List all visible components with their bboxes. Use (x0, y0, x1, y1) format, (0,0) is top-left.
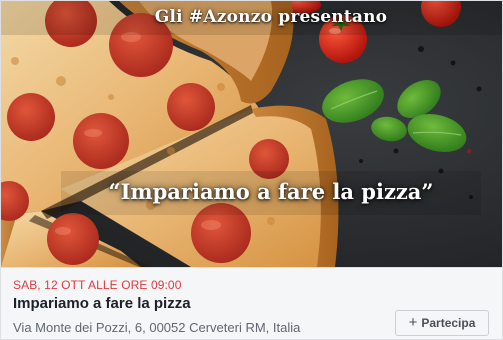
event-card: Gli #Azonzo presentano “Impariamo a fare… (0, 0, 503, 340)
cover-title: “Impariamo a fare la pizza” (108, 179, 434, 204)
event-details: SAB, 12 OTT ALLE ORE 09:00 Impariamo a f… (1, 267, 502, 339)
pizza-photo (1, 1, 502, 267)
event-location: Via Monte dei Pozzi, 6, 00052 Cerveteri … (13, 320, 301, 335)
event-cover-image[interactable]: Gli #Azonzo presentano “Impariamo a fare… (1, 1, 502, 267)
event-title[interactable]: Impariamo a fare la pizza (13, 295, 191, 312)
plus-icon: + (408, 314, 418, 331)
event-date: SAB, 12 OTT ALLE ORE 09:00 (13, 278, 182, 292)
cover-headline: Gli #Azonzo presentano (154, 7, 388, 27)
join-button-label: Partecipa (421, 316, 476, 330)
join-button[interactable]: + Partecipa (395, 310, 489, 336)
